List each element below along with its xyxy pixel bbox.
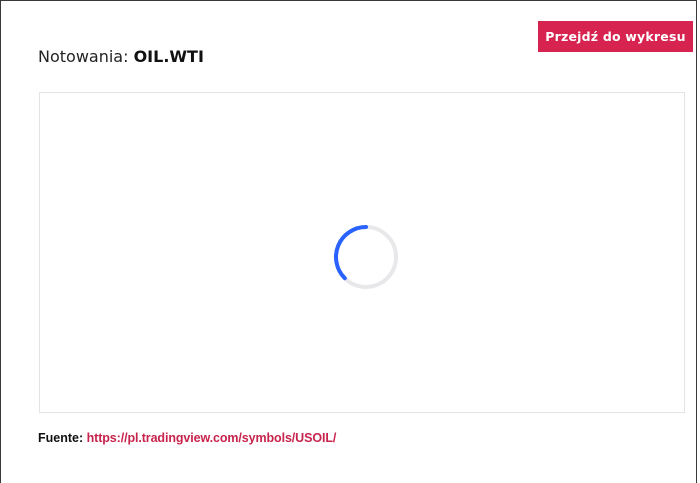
- instrument-symbol: OIL.WTI: [133, 47, 204, 66]
- go-to-chart-button[interactable]: Przejdź do wykresu: [538, 21, 693, 52]
- source-link[interactable]: https://pl.tradingview.com/symbols/USOIL…: [87, 431, 337, 445]
- loading-spinner-icon: [334, 225, 398, 289]
- chart-panel: [39, 92, 685, 413]
- page-title: Notowania: OIL.WTI: [38, 47, 204, 66]
- title-prefix: Notowania:: [38, 47, 134, 66]
- source-line: Fuente: https://pl.tradingview.com/symbo…: [38, 431, 336, 445]
- quote-widget: Notowania: OIL.WTI Przejdź do wykresu Fu…: [0, 0, 697, 483]
- source-label: Fuente:: [38, 431, 87, 445]
- spinner-arc: [334, 225, 368, 281]
